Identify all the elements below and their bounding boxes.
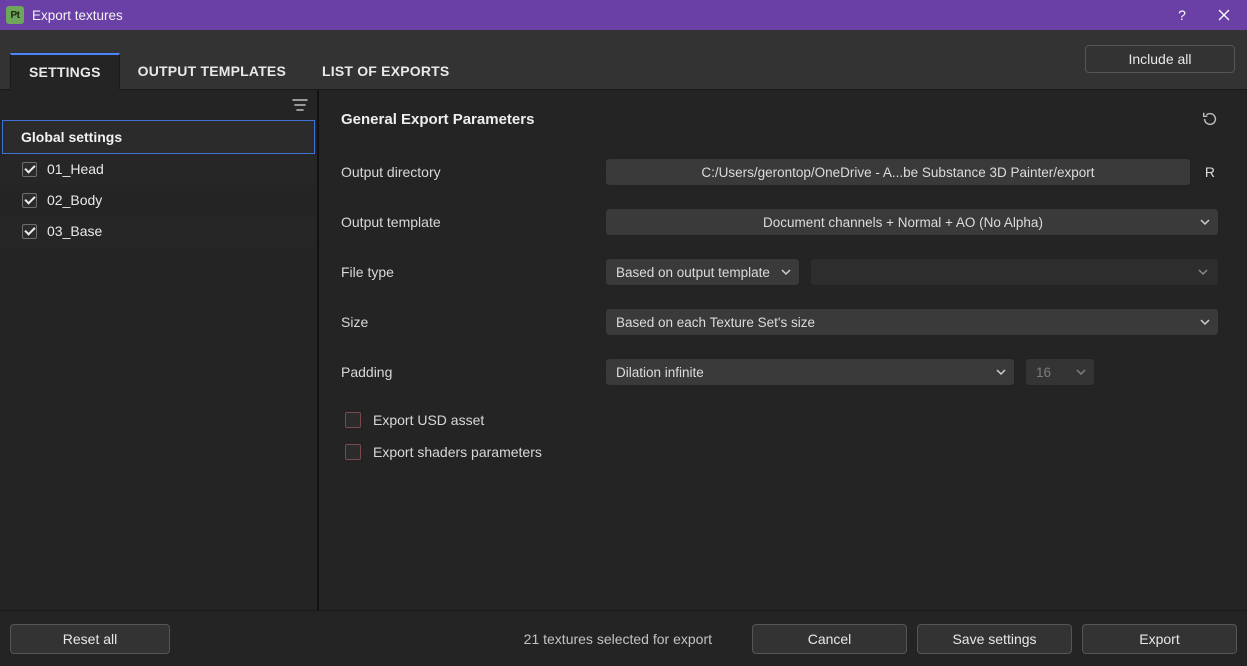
padding-select[interactable]: Dilation infinite <box>605 358 1015 386</box>
output-directory-input[interactable]: C:/Users/gerontop/OneDrive - A...be Subs… <box>605 158 1191 186</box>
tab-list-of-exports[interactable]: LIST OF EXPORTS <box>304 54 467 89</box>
tab-bar: SETTINGS OUTPUT TEMPLATES LIST OF EXPORT… <box>0 30 1247 90</box>
padding-size-field: 16 <box>1025 358 1095 386</box>
tab-settings[interactable]: SETTINGS <box>10 53 120 90</box>
chevron-down-icon <box>996 367 1006 377</box>
chevron-down-icon <box>1198 267 1208 277</box>
save-settings-button[interactable]: Save settings <box>917 624 1072 654</box>
chevron-down-icon <box>781 267 791 277</box>
app-icon: Pt <box>6 6 24 24</box>
file-type-bitdepth-select <box>810 258 1219 286</box>
close-icon <box>1218 9 1230 21</box>
export-usd-label: Export USD asset <box>373 412 484 428</box>
help-button[interactable]: ? <box>1163 0 1201 30</box>
chevron-down-icon <box>1076 367 1086 377</box>
texture-set-row[interactable]: 03_Base <box>0 216 317 247</box>
checkbox[interactable] <box>22 162 37 177</box>
texture-set-label: 02_Body <box>47 192 102 208</box>
output-template-label: Output template <box>341 214 605 230</box>
texture-set-row[interactable]: 02_Body <box>0 185 317 216</box>
padding-label: Padding <box>341 364 605 380</box>
cancel-button[interactable]: Cancel <box>752 624 907 654</box>
texture-set-list: Global settings 01_Head 02_Body 03_Base <box>0 90 319 610</box>
output-template-select[interactable]: Document channels + Normal + AO (No Alph… <box>605 208 1219 236</box>
size-label: Size <box>341 314 605 330</box>
file-type-value: Based on output template <box>616 265 770 280</box>
reset-section-icon[interactable] <box>1201 110 1219 128</box>
footer: Reset all 21 textures selected for expor… <box>0 610 1247 666</box>
texture-set-label: 03_Base <box>47 223 102 239</box>
padding-value: Dilation infinite <box>616 365 704 380</box>
texture-set-label: 01_Head <box>47 161 104 177</box>
chevron-down-icon <box>1200 317 1210 327</box>
export-usd-checkbox[interactable] <box>345 412 361 428</box>
reset-all-button[interactable]: Reset all <box>10 624 170 654</box>
export-button[interactable]: Export <box>1082 624 1237 654</box>
size-select[interactable]: Based on each Texture Set's size <box>605 308 1219 336</box>
window-title: Export textures <box>32 8 123 23</box>
close-button[interactable] <box>1201 0 1247 30</box>
checkbox[interactable] <box>22 224 37 239</box>
texture-set-row[interactable]: 01_Head <box>0 154 317 185</box>
padding-size-value: 16 <box>1036 365 1051 380</box>
export-shaders-label: Export shaders parameters <box>373 444 542 460</box>
size-value: Based on each Texture Set's size <box>616 315 815 330</box>
status-text: 21 textures selected for export <box>524 631 712 647</box>
filter-icon[interactable] <box>291 96 309 114</box>
export-shaders-checkbox[interactable] <box>345 444 361 460</box>
include-all-button[interactable]: Include all <box>1085 45 1235 73</box>
file-type-label: File type <box>341 264 605 280</box>
file-type-select[interactable]: Based on output template <box>605 258 800 286</box>
global-settings-row[interactable]: Global settings <box>2 120 315 154</box>
section-heading: General Export Parameters <box>341 111 534 128</box>
parameters-panel: General Export Parameters Output directo… <box>319 90 1247 610</box>
chevron-down-icon <box>1200 217 1210 227</box>
output-directory-label: Output directory <box>341 164 605 180</box>
tab-output-templates[interactable]: OUTPUT TEMPLATES <box>120 54 304 89</box>
title-bar: Pt Export textures ? <box>0 0 1247 30</box>
output-template-value: Document channels + Normal + AO (No Alph… <box>763 215 1043 230</box>
checkbox[interactable] <box>22 193 37 208</box>
output-directory-reset-button[interactable]: R <box>1201 164 1219 180</box>
